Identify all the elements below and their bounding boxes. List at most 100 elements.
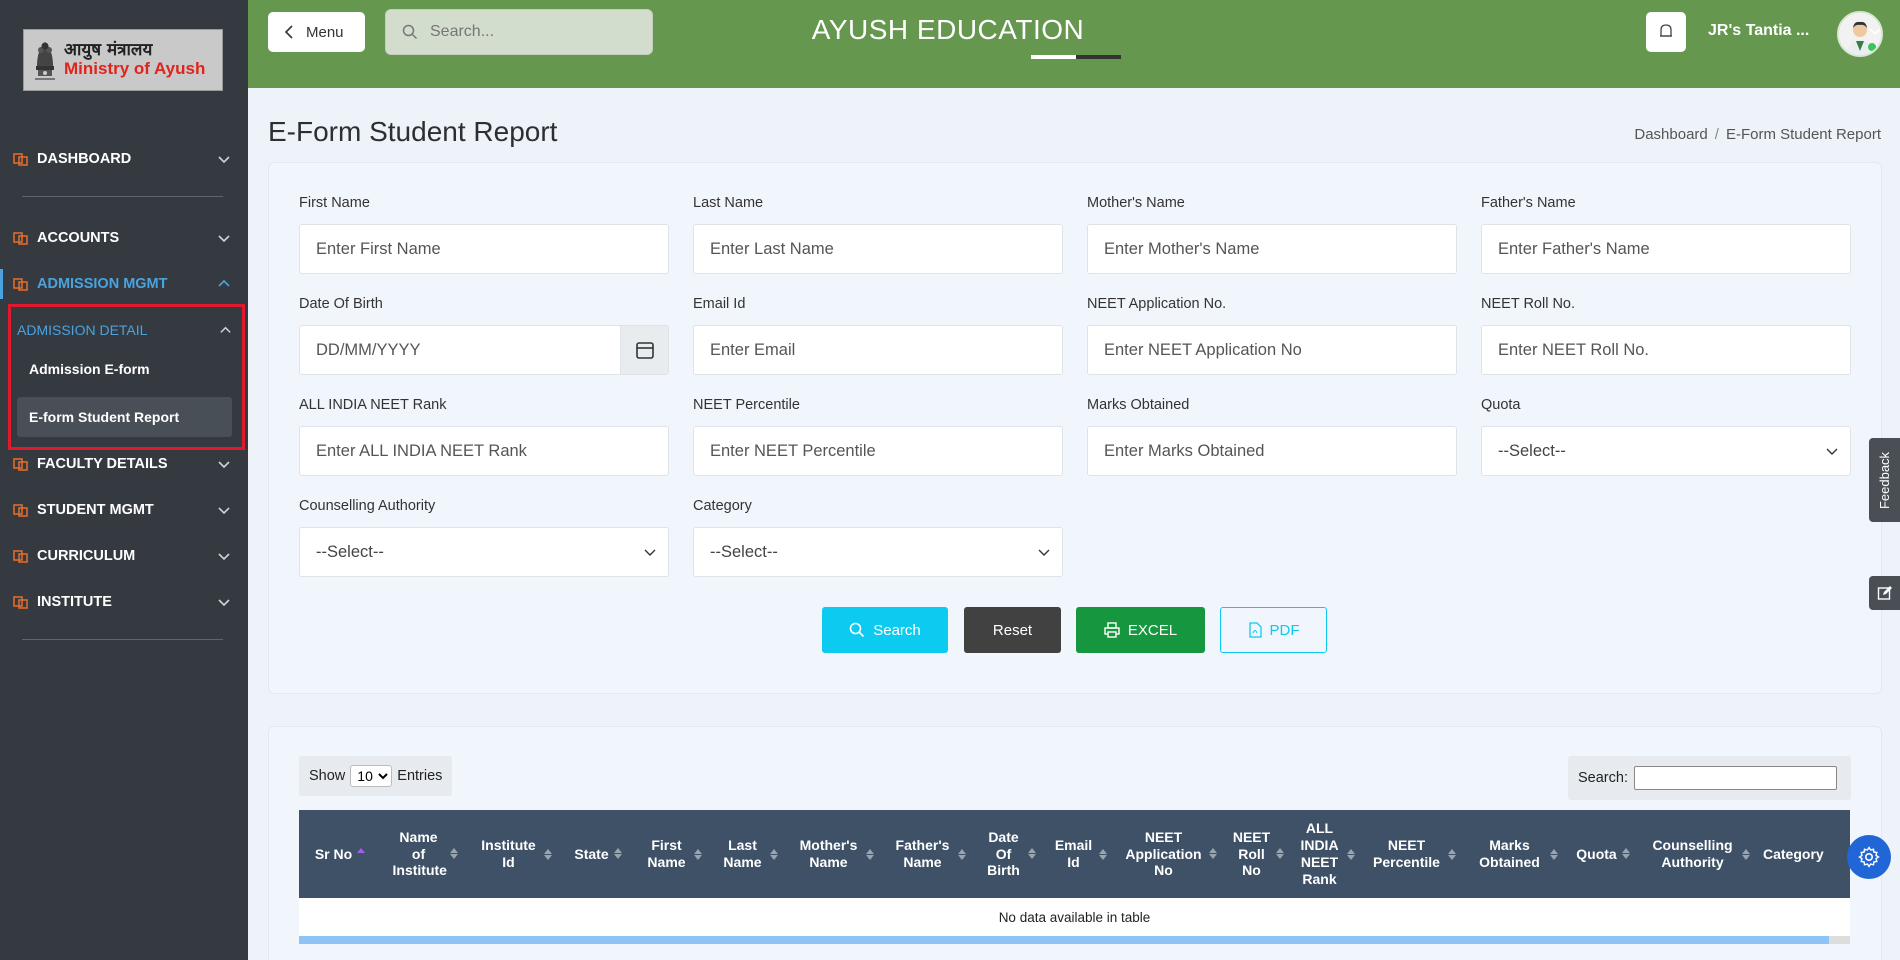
excel-button-label: EXCEL [1127,621,1178,639]
nav-module-icon [13,504,28,517]
nav-module-icon [13,278,28,291]
column-header-mothers-name[interactable]: Mother's Name [787,837,883,871]
mother-name-input[interactable] [1104,239,1456,259]
neet-percentile-input[interactable] [710,441,1062,461]
nav-module-icon [13,458,28,471]
sidebar-divider [22,639,223,640]
sort-ascending-icon [357,848,366,859]
topbar: Menu AYUSH EDUCATION JR's Tantia ... [248,0,1900,88]
breadcrumb-home[interactable]: Dashboard [1634,126,1707,143]
father-name-label: Father's Name [1481,195,1576,211]
global-search-input[interactable] [430,23,630,41]
table-empty-row: No data available in table [299,898,1850,936]
submenu-link-admission-eform[interactable]: Admission E-form [17,349,232,389]
ministry-logo[interactable]: आयुष मंत्रालय Ministry of Ayush [23,29,223,91]
quota-label: Quota [1481,397,1521,413]
sidebar-item-admission-mgmt[interactable]: ADMISSION MGMT [0,269,248,299]
column-header-last-name[interactable]: Last Name [711,837,787,871]
edit-tab[interactable] [1869,576,1900,610]
table-horizontal-scrollbar[interactable] [299,936,1850,944]
sort-icon [1027,848,1036,860]
email-field [693,325,1063,375]
reset-button[interactable]: Reset [964,607,1061,653]
column-header-label: Date Of Birth [987,828,1020,879]
submenu-admission-detail[interactable]: ADMISSION DETAIL [17,318,232,342]
dob-label: Date Of Birth [299,296,383,312]
national-emblem-icon [35,42,55,80]
column-header-label: ALL INDIA NEET Rank [1300,820,1339,887]
sidebar-item-dashboard[interactable]: DASHBOARD [0,144,248,174]
settings-button[interactable] [1847,835,1891,879]
quota-select[interactable]: --Select-- [1481,426,1851,476]
column-header-counselling-authority[interactable]: Counselling Authority [1639,837,1759,871]
submenu-header-label: ADMISSION DETAIL [17,322,148,338]
sort-icon [1208,848,1217,860]
column-header-first-name[interactable]: First Name [635,837,711,871]
sidebar-item-institute[interactable]: INSTITUTE [0,587,248,617]
app-title: AYUSH EDUCATION [811,14,1085,45]
notifications-button[interactable] [1646,12,1686,52]
first-name-input[interactable] [316,239,668,259]
chevron-down-icon [218,553,230,561]
last-name-field [693,224,1063,274]
sidebar-item-curriculum[interactable]: CURRICULUM [0,541,248,571]
breadcrumb: Dashboard / E-Form Student Report [1634,126,1881,143]
marks-field [1087,426,1457,476]
excel-export-button[interactable]: EXCEL [1076,607,1205,653]
breadcrumb-separator: / [1714,126,1719,143]
sidebar-item-accounts[interactable]: ACCOUNTS [0,223,248,253]
dob-input[interactable] [316,340,616,360]
chevron-down-icon[interactable] [1868,25,1882,39]
sidebar-item-student-mgmt[interactable]: STUDENT MGMT [0,495,248,525]
pdf-export-button[interactable]: PDF [1220,607,1327,653]
column-header-state[interactable]: State [561,846,635,863]
menu-toggle-button[interactable]: Menu [268,12,365,52]
neet-roll-field [1481,325,1851,375]
column-header-marks-obtained[interactable]: Marks Obtained [1465,837,1567,871]
column-header-neet-roll-no[interactable]: NEET Roll No [1225,829,1291,879]
column-header-email-id[interactable]: Email Id [1045,837,1115,871]
column-header-fathers-name[interactable]: Father's Name [883,837,975,871]
neet-roll-input[interactable] [1498,340,1850,360]
column-header-label: State [574,845,609,862]
column-header-name-of-institute[interactable]: Name of Institute [381,829,469,879]
search-button[interactable]: Search [822,607,948,653]
father-name-input[interactable] [1498,239,1850,259]
neet-rank-input[interactable] [316,441,668,461]
sort-icon [1447,848,1456,860]
neet-rank-field [299,426,669,476]
user-name[interactable]: JR's Tantia ... [1708,22,1809,40]
submenu-link-eform-student-report[interactable]: E-form Student Report [17,397,232,437]
last-name-input[interactable] [710,239,1062,259]
email-input[interactable] [710,340,1062,360]
neet-percentile-field [693,426,1063,476]
neet-application-input[interactable] [1104,340,1456,360]
table-search-input[interactable] [1633,766,1837,790]
counselling-label: Counselling Authority [299,498,436,514]
column-header-label: NEET Percentile [1373,837,1440,870]
entries-select[interactable]: 10 [350,765,393,787]
column-header-sr-no[interactable]: Sr No [299,846,381,863]
column-header-category[interactable]: Category [1759,846,1850,863]
global-search [385,9,653,55]
logo-english-text: Ministry of Ayush [64,59,206,78]
scrollbar-thumb[interactable] [299,936,1829,944]
column-header-institute-id[interactable]: Institute Id [469,837,561,871]
neet-roll-label: NEET Roll No. [1481,296,1576,312]
column-header-date-of-birth[interactable]: Date Of Birth [975,829,1045,879]
column-header-quota[interactable]: Quota [1567,846,1639,863]
chevron-down-icon [1826,448,1838,455]
date-picker-button[interactable] [620,326,668,374]
column-header-neet-application-no[interactable]: NEET Application No [1115,829,1225,879]
table-search-label: Search: [1578,770,1628,786]
printer-icon [1104,622,1120,638]
category-select[interactable]: --Select-- [693,527,1063,577]
sidebar-item-faculty-details[interactable]: FACULTY DETAILS [0,449,248,479]
marks-input[interactable] [1104,441,1456,461]
feedback-tab[interactable]: Feedback [1869,438,1900,522]
counselling-select[interactable]: --Select-- [299,527,669,577]
column-header-neet-percentile[interactable]: NEET Percentile [1361,837,1465,871]
column-header-neet-rank[interactable]: ALL INDIA NEET Rank [1291,820,1361,887]
last-name-label: Last Name [693,195,764,211]
sidebar-item-label: ADMISSION MGMT [37,276,168,292]
